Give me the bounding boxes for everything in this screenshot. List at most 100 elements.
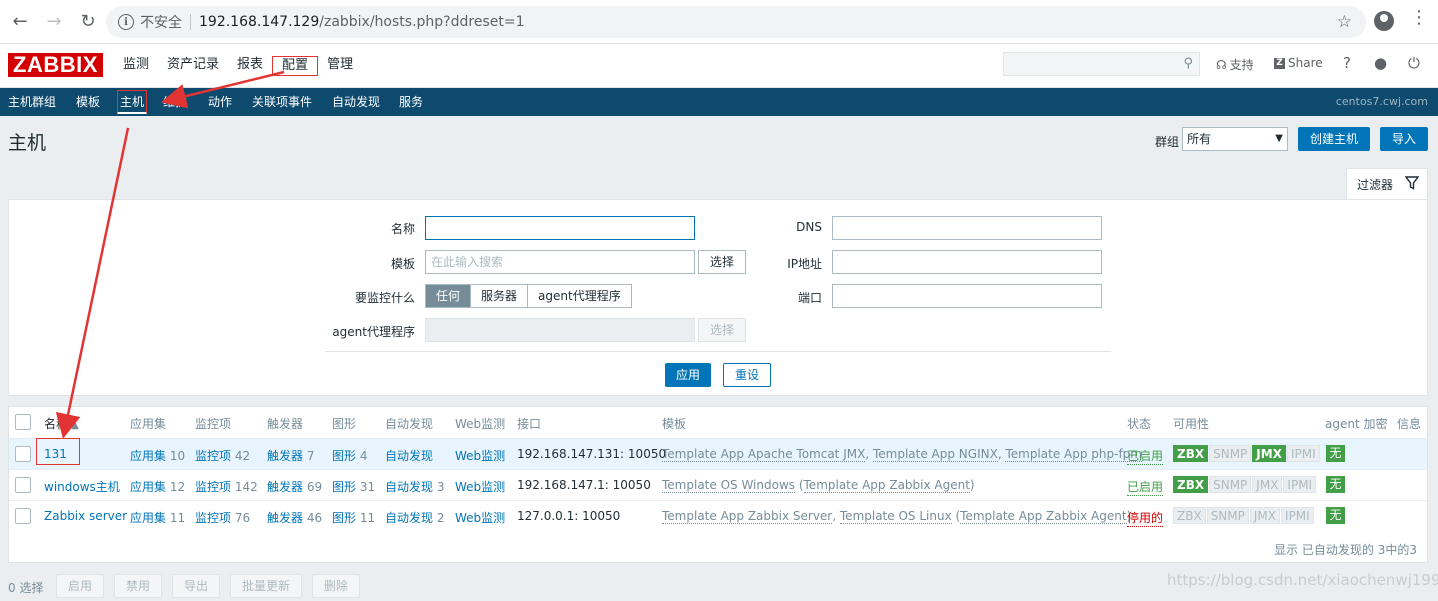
triggers-link[interactable]: 触发器 46 xyxy=(267,509,322,526)
menu-configuration[interactable]: 配置 xyxy=(272,56,319,76)
template-link[interactable]: Template OS Windows xyxy=(662,478,796,493)
parent-template-link[interactable]: Template App Zabbix Agent xyxy=(960,509,1127,524)
template-link[interactable]: Template App NGINX xyxy=(872,447,998,462)
template-link[interactable]: Template OS Linux xyxy=(839,509,952,524)
filter-tab[interactable]: 过滤器 xyxy=(1346,168,1428,200)
interface-value: 192.168.147.1: 10050 xyxy=(517,478,651,492)
monitored-by-server[interactable]: 服务器 xyxy=(471,285,529,307)
menu-reports[interactable]: 报表 xyxy=(228,56,272,76)
export-button[interactable]: 导出 xyxy=(172,574,220,598)
parent-template-link[interactable]: Template App Zabbix Agent xyxy=(803,478,970,493)
filter-apply-button[interactable]: 应用 xyxy=(665,363,711,387)
bookmark-star-icon[interactable]: ☆ xyxy=(1337,12,1352,32)
template-link[interactable]: Template App Apache Tomcat JMX xyxy=(662,447,866,462)
triggers-link[interactable]: 触发器 69 xyxy=(267,478,322,495)
web-link[interactable]: Web监测 xyxy=(455,509,505,526)
submenu-hosts[interactable]: 主机 xyxy=(117,90,148,114)
templates-list: Template OS Windows (Template App Zabbix… xyxy=(662,478,975,493)
items-link[interactable]: 监控项 142 xyxy=(195,478,258,495)
applications-link[interactable]: 应用集 11 xyxy=(130,509,185,526)
host-name-link[interactable]: Zabbix server xyxy=(44,509,127,523)
zabbix-logo[interactable]: ZABBIX xyxy=(8,52,103,77)
monitored-by-proxy[interactable]: agent代理程序 xyxy=(528,285,631,307)
submenu-actions[interactable]: 动作 xyxy=(208,88,232,116)
help-icon[interactable]: ? xyxy=(1343,54,1351,72)
import-button[interactable]: 导入 xyxy=(1380,127,1428,151)
discovery-link[interactable]: 自动发现 xyxy=(385,447,433,464)
status-toggle[interactable]: 停用的 xyxy=(1127,509,1164,527)
row-checkbox[interactable] xyxy=(15,446,31,462)
column-status[interactable]: 状态 xyxy=(1127,415,1151,432)
column-web: Web监测 xyxy=(455,417,506,431)
graphs-link[interactable]: 图形 31 xyxy=(332,478,375,495)
submenu-templates[interactable]: 模板 xyxy=(76,88,100,116)
column-applications: 应用集 xyxy=(130,417,167,431)
menu-administration[interactable]: 管理 xyxy=(318,56,362,76)
web-link[interactable]: Web监测 xyxy=(455,478,505,495)
forward-arrow-icon[interactable]: → xyxy=(40,8,68,36)
reload-icon[interactable]: ↻ xyxy=(74,8,102,36)
discovery-link[interactable]: 自动发现 2 xyxy=(385,509,444,526)
row-checkbox[interactable] xyxy=(15,508,31,524)
sign-out-icon[interactable]: ⏻ xyxy=(1408,54,1420,72)
column-name[interactable]: 名称 ▲ xyxy=(44,415,79,432)
filter-port-label: 端口 xyxy=(797,291,822,305)
profile-icon[interactable] xyxy=(1374,11,1394,31)
snmp-badge: SNMP xyxy=(1209,445,1252,462)
user-profile-icon[interactable]: ● xyxy=(1374,54,1387,72)
filter-port-input[interactable] xyxy=(832,284,1102,308)
info-icon[interactable]: i xyxy=(118,14,134,30)
filter-template-input[interactable]: 在此输入搜索 xyxy=(425,250,695,274)
filter-dns-input[interactable] xyxy=(832,216,1102,240)
back-arrow-icon[interactable]: ← xyxy=(6,8,34,36)
submenu-discovery[interactable]: 自动发现 xyxy=(332,88,380,116)
submenu-maintenance[interactable]: 维护 xyxy=(163,88,187,116)
server-name: centos7.cwj.com xyxy=(1335,95,1428,108)
select-all-checkbox[interactable] xyxy=(15,414,31,430)
discovery-link[interactable]: 自动发现 3 xyxy=(385,478,444,495)
monitored-by-any[interactable]: 任何 xyxy=(426,285,472,307)
filter-name-input[interactable] xyxy=(425,216,695,240)
submenu-event-correlation[interactable]: 关联项事件 xyxy=(252,88,312,116)
triggers-link[interactable]: 触发器 7 xyxy=(267,447,314,464)
web-link[interactable]: Web监测 xyxy=(455,447,505,464)
template-link[interactable]: Template App Zabbix Server xyxy=(662,509,833,524)
template-link[interactable]: Template App php-fpm xyxy=(1005,447,1142,462)
applications-link[interactable]: 应用集 12 xyxy=(130,478,185,495)
status-toggle[interactable]: 已启用 xyxy=(1127,478,1164,496)
row-checkbox[interactable] xyxy=(15,477,31,493)
graphs-link[interactable]: 图形 4 xyxy=(332,447,367,464)
menu-inventory[interactable]: 资产记录 xyxy=(158,56,228,76)
status-toggle[interactable]: 已启用 xyxy=(1127,447,1164,465)
address-bar[interactable]: i 不安全 192.168.147.129/zabbix/hosts.php?d… xyxy=(106,6,1366,38)
filter-reset-button[interactable]: 重设 xyxy=(723,363,771,387)
applications-link[interactable]: 应用集 10 xyxy=(130,447,185,464)
create-host-button[interactable]: 创建主机 xyxy=(1298,127,1370,151)
submenu-services[interactable]: 服务 xyxy=(399,88,423,116)
items-link[interactable]: 监控项 42 xyxy=(195,447,250,464)
global-search-input[interactable]: ⚲ xyxy=(1003,52,1200,76)
search-icon[interactable]: ⚲ xyxy=(1183,56,1193,71)
filter-ip-input[interactable] xyxy=(832,250,1102,274)
delete-button[interactable]: 删除 xyxy=(312,574,360,598)
page-title: 主机 xyxy=(8,132,47,154)
items-link[interactable]: 监控项 76 xyxy=(195,509,250,526)
menu-monitoring[interactable]: 监测 xyxy=(114,56,158,76)
submenu-host-groups[interactable]: 主机群组 xyxy=(8,88,56,116)
support-link[interactable]: ☊ 支持 xyxy=(1216,56,1254,73)
browser-menu-icon[interactable]: ⋮ xyxy=(1410,9,1428,27)
headset-icon: ☊ xyxy=(1216,57,1227,72)
host-name-link[interactable]: windows主机 xyxy=(44,478,120,495)
column-graphs: 图形 xyxy=(332,417,357,431)
mass-update-button[interactable]: 批量更新 xyxy=(230,574,302,598)
template-select-button[interactable]: 选择 xyxy=(698,250,746,274)
share-link[interactable]: Z Share xyxy=(1274,56,1323,70)
enable-button[interactable]: 启用 xyxy=(56,574,104,598)
column-interface: 接口 xyxy=(517,417,542,431)
monitored-by-segmented: 任何 服务器 agent代理程序 xyxy=(425,284,632,308)
table-row: 131 应用集 10 监控项 42 触发器 7 图形 4 自动发现 Web监测 … xyxy=(9,438,1427,469)
graphs-link[interactable]: 图形 11 xyxy=(332,509,375,526)
filter-proxy-input xyxy=(425,318,695,342)
group-select[interactable]: 所有 ▼ xyxy=(1182,127,1288,151)
disable-button[interactable]: 禁用 xyxy=(114,574,162,598)
